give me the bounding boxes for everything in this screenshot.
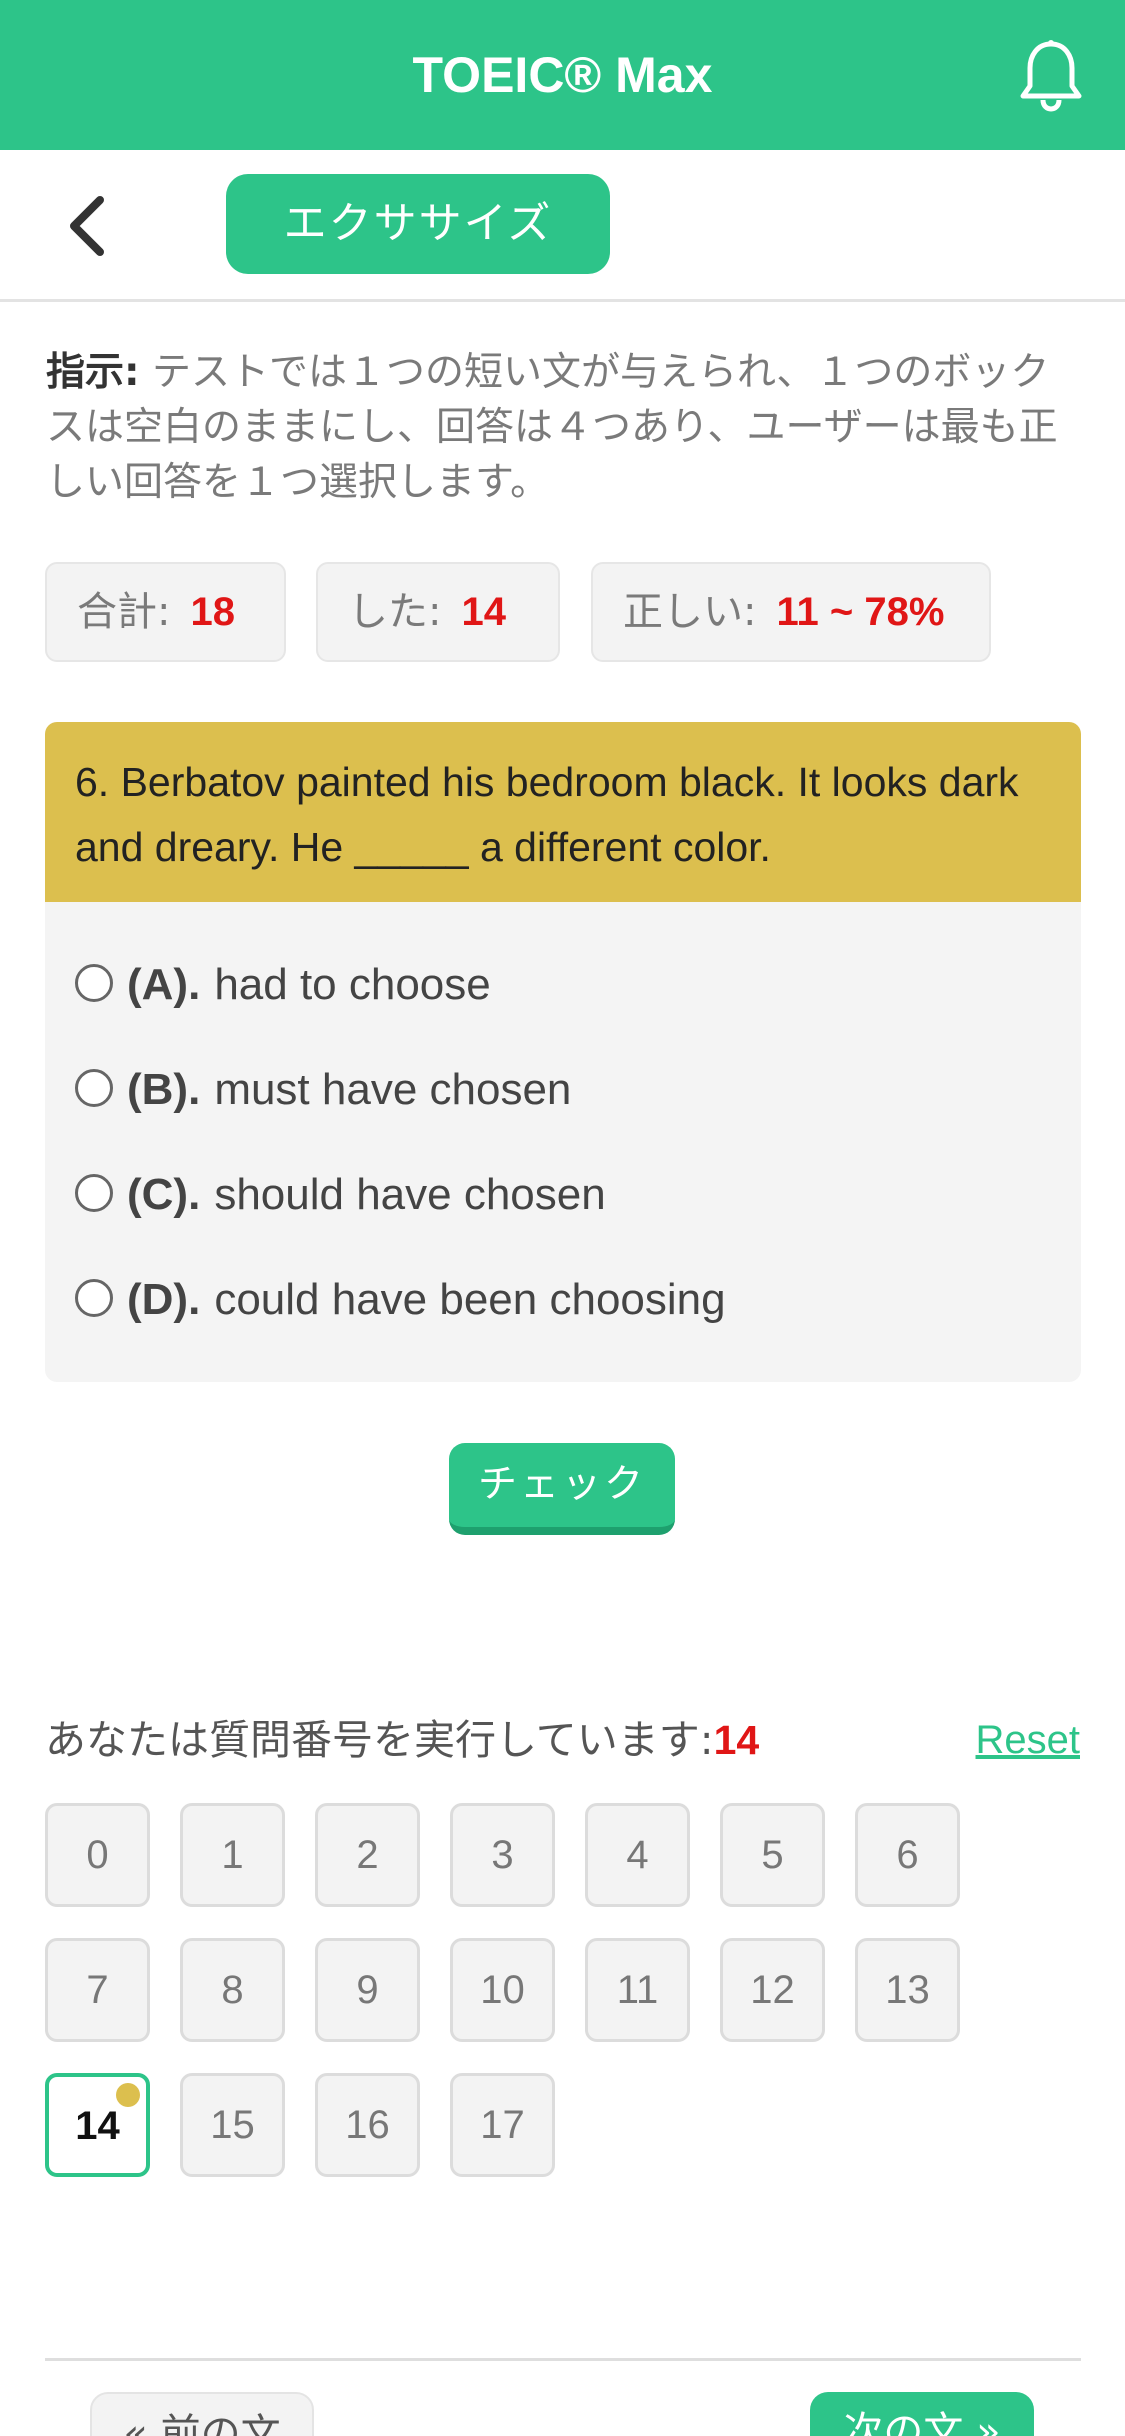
question-text: 6. Berbatov painted his bedroom black. I… <box>45 722 1081 902</box>
question-number-button[interactable]: 6 <box>855 1803 960 1907</box>
stat-correct-label: 正しい: <box>623 589 757 635</box>
stat-total: 合計: 18 <box>45 562 286 662</box>
radio-button[interactable] <box>75 964 113 1003</box>
question-number-button[interactable]: 12 <box>720 1938 825 2042</box>
question-number-button[interactable]: 3 <box>450 1803 555 1907</box>
stat-total-value: 18 <box>190 590 235 634</box>
option-c[interactable]: (C). should have chosen <box>75 1155 606 1235</box>
app-title: TOEIC® Max <box>412 47 713 103</box>
stat-correct: 正しい: 11 ~ 78% <box>591 562 991 662</box>
divider <box>45 2358 1081 2361</box>
question-number-button[interactable]: 8 <box>180 1938 285 2042</box>
option-d[interactable]: (D). could have been choosing <box>75 1260 726 1340</box>
stat-done-value: 14 <box>461 590 506 634</box>
instructions: 指示: テストでは１つの短い文が与えられ、１つのボックスは空白のままにし、回答は… <box>46 345 1086 510</box>
question-number-button[interactable]: 1 <box>180 1803 285 1907</box>
question-number-button-current[interactable]: 14 <box>45 2073 150 2177</box>
instructions-label: 指示: <box>46 350 140 395</box>
radio-button[interactable] <box>75 1279 113 1318</box>
question-number-button[interactable]: 5 <box>720 1803 825 1907</box>
option-letter: (D). <box>127 1275 201 1324</box>
progress-indicator: あなたは質問番号を実行しています:14 <box>45 1710 759 1770</box>
question-number-label: 14 <box>75 2104 120 2148</box>
stat-done: した: 14 <box>316 562 560 662</box>
progress-label: あなたは質問番号を実行しています: <box>45 1716 714 1764</box>
option-a[interactable]: (A). had to choose <box>75 945 491 1025</box>
stat-correct-value: 11 ~ 78% <box>776 590 945 634</box>
app-header: TOEIC® Max <box>0 0 1125 150</box>
sub-navigation-bar: エクササイズ <box>0 150 1125 302</box>
current-indicator-dot <box>116 2083 140 2107</box>
next-sentence-button[interactable]: 次の文 » <box>810 2392 1034 2436</box>
option-text: could have been choosing <box>214 1275 726 1324</box>
question-number-button[interactable]: 13 <box>855 1938 960 2042</box>
option-letter: (A). <box>127 960 201 1009</box>
option-letter: (B). <box>127 1065 201 1114</box>
question-number-button[interactable]: 4 <box>585 1803 690 1907</box>
stat-total-label: 合計: <box>77 589 171 635</box>
option-b[interactable]: (B). must have chosen <box>75 1050 571 1130</box>
answer-options: (A). had to choose (B). must have chosen (… <box>45 902 1081 1382</box>
radio-button[interactable] <box>75 1174 113 1213</box>
question-number-button[interactable]: 16 <box>315 2073 420 2177</box>
option-text: had to choose <box>214 960 491 1009</box>
option-text: should have chosen <box>214 1170 606 1219</box>
radio-button[interactable] <box>75 1069 113 1108</box>
stat-done-label: した: <box>348 589 442 635</box>
question-number-button[interactable]: 2 <box>315 1803 420 1907</box>
question-number-button[interactable]: 17 <box>450 2073 555 2177</box>
question-number-button[interactable]: 9 <box>315 1938 420 2042</box>
question-number-button[interactable]: 10 <box>450 1938 555 2042</box>
option-letter: (C). <box>127 1170 201 1219</box>
exercise-tab[interactable]: エクササイズ <box>226 174 610 274</box>
bell-icon[interactable] <box>1019 38 1083 112</box>
chevron-left-icon[interactable] <box>60 194 120 258</box>
progress-current: 14 <box>713 1717 760 1763</box>
question-number-button[interactable]: 15 <box>180 2073 285 2177</box>
question-number-button[interactable]: 11 <box>585 1938 690 2042</box>
check-button[interactable]: チェック <box>449 1443 675 1535</box>
instructions-text: テストでは１つの短い文が与えられ、１つのボックスは空白のままにし、回答は４つあり… <box>46 350 1058 505</box>
previous-sentence-button[interactable]: « 前の文 <box>90 2392 314 2436</box>
question-number-button[interactable]: 0 <box>45 1803 150 1907</box>
option-text: must have chosen <box>214 1065 572 1114</box>
question-number-button[interactable]: 7 <box>45 1938 150 2042</box>
reset-link[interactable]: Reset <box>976 1710 1081 1770</box>
